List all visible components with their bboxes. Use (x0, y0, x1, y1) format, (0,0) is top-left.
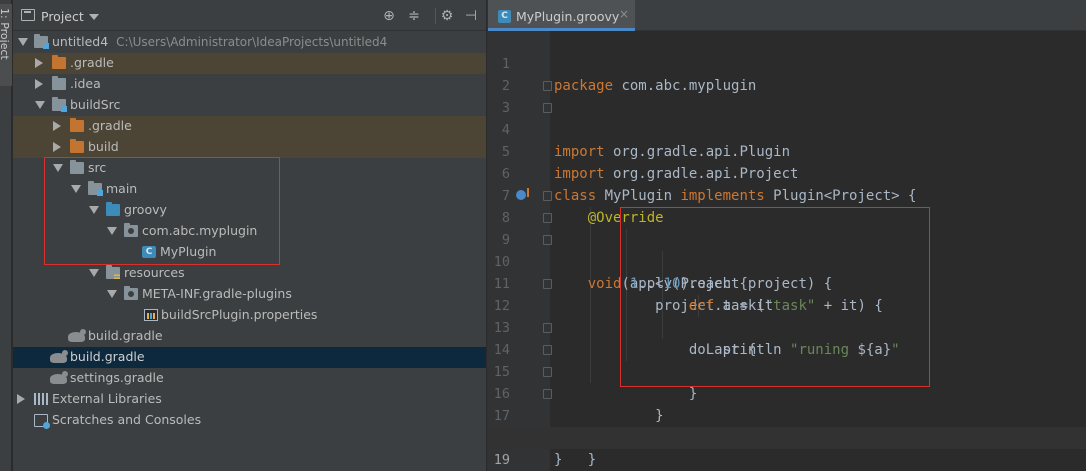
tab-label: MyPlugin.groovy (516, 9, 620, 24)
fold-marker-icon[interactable] (543, 235, 552, 245)
fold-marker-icon[interactable] (543, 81, 552, 91)
tree-item-untitled4[interactable]: untitled4 C:\Users\Administrator\IdeaProj… (13, 32, 486, 53)
toolbar-divider (435, 8, 436, 24)
tree-item-label: resources (124, 265, 185, 280)
tree-item-buildsrc-gradle[interactable]: .gradle (13, 116, 486, 137)
tab-myplugin-groovy[interactable]: C MyPlugin.groovy × (488, 0, 635, 31)
fold-marker-icon[interactable] (543, 191, 552, 201)
project-path: C:\Users\Administrator\IdeaProjects\unti… (116, 35, 388, 49)
collapsed-arrow-icon[interactable] (17, 394, 25, 404)
code-token: } (587, 452, 597, 468)
scratch-icon (34, 414, 50, 429)
tree-item-label: buildSrc (70, 97, 121, 112)
module-folder-icon (34, 34, 49, 49)
tree-item-external-libraries[interactable]: External Libraries (13, 389, 486, 410)
code-line[interactable]: 1 package com.abc.myplugin (488, 31, 1086, 94)
chevron-down-icon[interactable] (89, 14, 99, 20)
code-line[interactable]: 6 class MyPlugin implements Plugin<Proje… (488, 141, 1086, 204)
code-line[interactable]: 7 @Override (488, 163, 1086, 226)
tree-item-meta-inf[interactable]: META-INF.gradle-plugins (13, 284, 486, 305)
module-folder-icon (52, 97, 67, 112)
groovy-class-icon: C (498, 10, 511, 23)
project-view-icon (21, 9, 35, 21)
collapsed-arrow-icon[interactable] (53, 142, 61, 152)
code-line[interactable]: 3 import org.gradle.api.Plugin (488, 75, 1086, 160)
project-view-title[interactable]: Project (41, 9, 84, 24)
tree-item-label: .gradle (88, 118, 132, 133)
expanded-arrow-icon[interactable] (107, 290, 117, 298)
gear-icon[interactable]: ⚙ (439, 8, 455, 24)
fold-marker-icon[interactable] (543, 323, 552, 333)
collapsed-arrow-icon[interactable] (35, 79, 43, 89)
collapse-icon[interactable]: ≑ (406, 8, 422, 24)
expanded-arrow-icon[interactable] (18, 38, 28, 46)
collapsed-arrow-icon[interactable] (53, 121, 61, 131)
code-token: } (554, 452, 563, 468)
line-number: 19 (493, 452, 510, 468)
code-line-current[interactable]: 19 (488, 427, 1086, 468)
tree-item-label: .idea (70, 76, 101, 91)
tree-item-buildsrc[interactable]: buildSrc (13, 95, 486, 116)
fold-marker-icon[interactable] (543, 345, 552, 355)
properties-file-icon (144, 309, 158, 321)
tree-item-properties[interactable]: buildSrcPlugin.properties (13, 305, 486, 326)
excluded-folder-icon (52, 55, 66, 69)
collapsed-arrow-icon[interactable] (35, 58, 43, 68)
target-icon[interactable]: ⊕ (381, 8, 397, 24)
gradle-icon (68, 329, 86, 342)
tree-item-label: build.gradle (88, 328, 163, 343)
expanded-arrow-icon[interactable] (89, 269, 99, 277)
tree-item-gradle[interactable]: .gradle (13, 53, 486, 74)
tree-item-build-gradle[interactable]: build.gradle (13, 347, 486, 368)
override-icon[interactable] (516, 188, 529, 200)
tree-item-label: untitled4 (52, 34, 109, 49)
tree-item-scratches[interactable]: Scratches and Consoles (13, 410, 486, 431)
tree-item-label: settings.gradle (70, 370, 164, 385)
fold-marker-icon[interactable] (543, 367, 552, 377)
code-line[interactable]: 2 (488, 53, 1086, 94)
project-tool-window-tab[interactable]: 1: Project (0, 4, 12, 86)
highlight-box (620, 207, 930, 387)
gradle-icon (50, 350, 68, 363)
fold-marker-icon[interactable] (543, 213, 552, 223)
tree-item-resources[interactable]: resources (13, 263, 486, 284)
fold-marker-icon[interactable] (543, 279, 552, 289)
gradle-icon (50, 371, 68, 384)
tree-item-label: build.gradle (70, 349, 145, 364)
project-panel-header: Project ⊕ ≑ ⚙ ⊣ (13, 0, 486, 31)
excluded-folder-icon (70, 118, 84, 132)
project-panel: Project ⊕ ≑ ⚙ ⊣ untitled4 C:\Users\Admini… (13, 0, 486, 471)
fold-marker-icon[interactable] (543, 389, 552, 399)
code-line[interactable]: 18 } (488, 405, 1086, 468)
fold-marker-icon[interactable] (543, 103, 552, 113)
close-icon[interactable]: × (619, 7, 629, 21)
project-tab-label: 1: Project (0, 8, 11, 60)
tree-item-label: META-INF.gradle-plugins (142, 286, 292, 301)
folder-icon (52, 76, 66, 90)
hide-icon[interactable]: ⊣ (463, 8, 479, 24)
tree-item-label: .gradle (70, 55, 114, 70)
excluded-folder-icon (70, 139, 84, 153)
tree-item-buildsrc-build-gradle[interactable]: build.gradle (13, 326, 486, 347)
code-line[interactable]: 5 (488, 119, 1086, 160)
package-icon (124, 286, 138, 300)
code-line[interactable]: 4 import org.gradle.api.Project (488, 97, 1086, 182)
tree-item-label: build (88, 139, 119, 154)
tool-window-strip: 1: Project (0, 0, 12, 471)
editor: C MyPlugin.groovy × 1 package com.abc.my… (487, 0, 1086, 471)
tree-item-settings-gradle[interactable]: settings.gradle (13, 368, 486, 389)
tree-item-idea[interactable]: .idea (13, 74, 486, 95)
tree-item-build[interactable]: build (13, 137, 486, 158)
highlight-box (44, 157, 280, 265)
tree-item-label: External Libraries (52, 391, 162, 406)
tree-item-label: Scratches and Consoles (52, 412, 202, 427)
code-line[interactable]: 8 void apply(Project project) { (488, 185, 1086, 292)
library-icon (34, 393, 48, 405)
expanded-arrow-icon[interactable] (35, 101, 45, 109)
tree-item-label: buildSrcPlugin.properties (161, 307, 318, 322)
resources-folder-icon (106, 265, 120, 279)
editor-tab-bar: C MyPlugin.groovy × (488, 0, 1086, 31)
